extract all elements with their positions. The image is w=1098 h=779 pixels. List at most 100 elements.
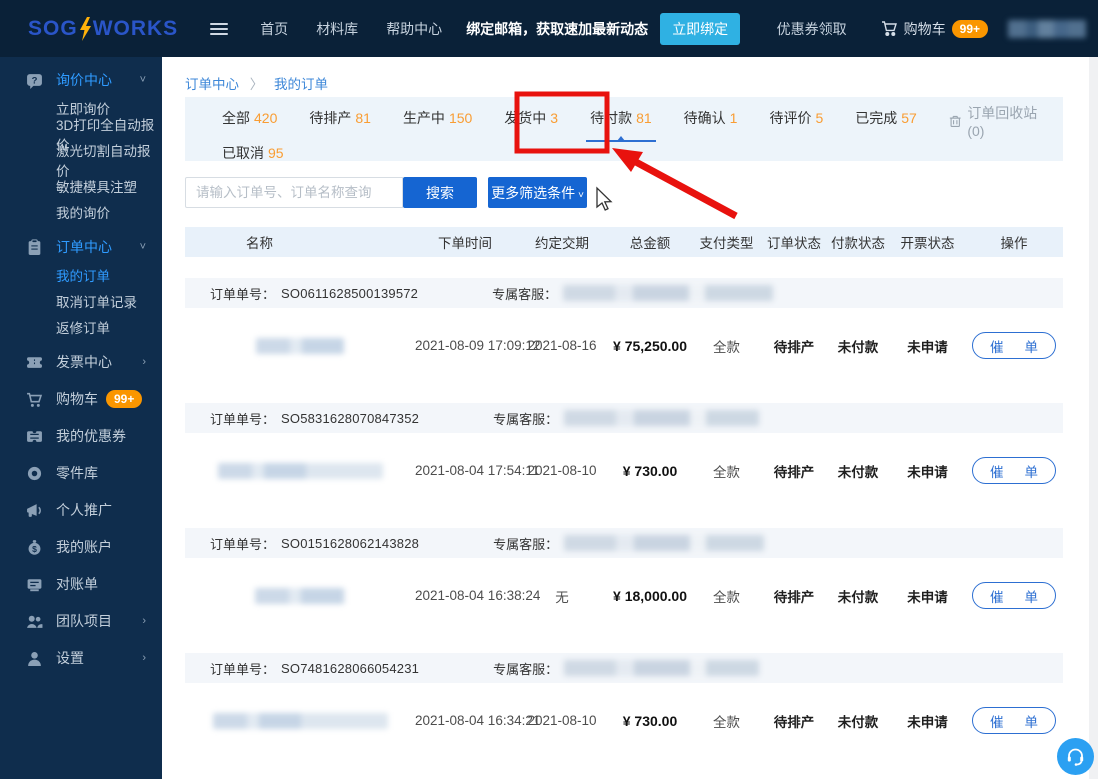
sidebar-subitem-激光切割自动报价[interactable]: 激光切割自动报价 [0, 144, 162, 179]
order-cell-due: 2021-08-10 [527, 463, 597, 478]
tab-全部[interactable]: 全部 420 [222, 108, 277, 134]
tab-生产中[interactable]: 生产中 150 [403, 108, 472, 134]
breadcrumb-my-orders[interactable]: 我的订单 [274, 77, 328, 92]
breadcrumb: 订单中心 〉 我的订单 [185, 73, 328, 93]
tab-待排产[interactable]: 待排产 81 [309, 108, 371, 134]
order-status-tab-panel: 全部 420 待排产 81 生产中 150 发货中 3 待付款 81 待确认 1 待评价 5 已完成 57 订… [185, 97, 1063, 161]
order-row: 2021-08-04 16:38:24 无 ¥ 18,000.00 全款 待排产 未付款 未… [185, 558, 1063, 633]
topnav-item-帮助中心[interactable]: 帮助中心 [372, 19, 456, 39]
order-cell-due: 2021-08-10 [527, 713, 597, 728]
urge-char-1: 催 [990, 589, 1004, 605]
hamburger-menu-icon[interactable] [210, 20, 229, 38]
urge-char-1: 催 [990, 464, 1004, 480]
sidebar-item-我的优惠券[interactable]: 我的优惠券 [0, 421, 162, 451]
order-cell-order-status: 待排产 [773, 339, 815, 355]
order-group: 订单单号： SO0611628500139572 专属客服： 2021-08-09 1… [185, 278, 1063, 383]
order-cell-pay-type: 全款 [713, 464, 740, 480]
tab-待确认[interactable]: 待确认 1 [684, 108, 738, 134]
urge-order-button[interactable]: 催单 [972, 582, 1056, 609]
sogaworks-logo[interactable]: SOG WORKS [28, 16, 179, 41]
urge-order-button[interactable]: 催单 [972, 332, 1056, 359]
tab-待付款[interactable]: 待付款 81 [586, 108, 656, 142]
tab-label: 待确认 [683, 110, 726, 126]
chevron-down-icon: ˅ [139, 241, 146, 253]
order-name-redacted[interactable] [255, 587, 345, 604]
more-filters-button[interactable]: 更多筛选条件 ˅ [488, 177, 587, 208]
order-row: 2021-08-09 17:09:12 2021-08-16 ¥ 75,250.00… [185, 308, 1063, 383]
search-row: 搜索 更多筛选条件˅ [185, 177, 587, 208]
sidebar-item-团队项目[interactable]: 团队项目 › [0, 606, 162, 636]
logo-text-post: WORKS [92, 16, 179, 40]
sidebar-subitem-我的订单[interactable]: 我的订单 [0, 262, 162, 288]
customer-service-redacted [564, 535, 765, 551]
recycle-bin-label: 订单回收站 (0) [967, 105, 1038, 139]
order-search-input[interactable] [185, 177, 403, 208]
tab-label: 待评价 [769, 110, 812, 126]
sidebar: ? 询价中心 ˅ 立即询价 3D打印全自动报价 激光切割自动报价 敏捷模具注塑 我的询价 订单中… [0, 57, 162, 779]
breadcrumb-order-center[interactable]: 订单中心 [185, 77, 239, 92]
lightning-bolt-icon [79, 16, 91, 41]
sidebar-item-询价中心[interactable]: ? 询价中心 ˅ [0, 65, 162, 95]
customer-service-button[interactable] [1057, 738, 1094, 775]
order-cell-invoice-status: 未申请 [907, 339, 948, 355]
more-filters-label: 更多筛选条件 [491, 184, 576, 201]
order-group-header: 订单单号： SO7481628066054231 专属客服： [185, 653, 1063, 683]
chevron-right-icon: › [142, 615, 146, 627]
order-cell-invoice-status: 未申请 [907, 464, 948, 480]
sidebar-item-个人推广[interactable]: 个人推广 [0, 495, 162, 525]
team-icon [26, 613, 43, 630]
order-recycle-bin[interactable]: 订单回收站 (0) [949, 103, 1043, 139]
sidebar-subitem-我的询价[interactable]: 我的询价 [0, 199, 162, 225]
order-group: 订单单号： SO5831628070847352 专属客服： 2021-08-04 1… [185, 403, 1063, 508]
order-name-redacted[interactable] [256, 337, 344, 354]
order-name-redacted[interactable] [217, 462, 383, 479]
tab-待评价[interactable]: 待评价 5 [769, 108, 823, 134]
sidebar-item-设置[interactable]: 设置 › [0, 643, 162, 673]
svg-text:$: $ [32, 543, 37, 553]
sidebar-item-购物车[interactable]: 购物车 99+ [0, 384, 162, 414]
order-name-redacted[interactable] [212, 712, 388, 729]
customer-service-redacted [564, 660, 760, 676]
sidebar-cart-badge: 99+ [106, 390, 143, 408]
cart-icon [26, 391, 43, 408]
tab-count: 420 [254, 110, 278, 126]
trash-icon [949, 115, 961, 127]
bind-now-button[interactable]: 立即绑定 [660, 12, 741, 45]
sidebar-subitem-取消订单记录[interactable]: 取消订单记录 [0, 288, 162, 314]
tab-已取消[interactable]: 已取消 95 [222, 143, 284, 169]
order-cell-time: 2021-08-04 16:38:24 [415, 588, 541, 603]
sidebar-item-label: 询价中心 [56, 72, 112, 88]
sidebar-item-label: 零件库 [56, 465, 98, 481]
order-group-header: 订单单号： SO0611628500139572 专属客服： [185, 278, 1063, 308]
order-cell-action: 催单 [965, 582, 1063, 609]
topbar-cart[interactable]: 购物车 99+ [881, 19, 988, 39]
order-cell-amount: ¥ 730.00 [622, 712, 678, 729]
sidebar-item-订单中心[interactable]: 订单中心 ˅ [0, 232, 162, 262]
order-cell-action: 催单 [965, 332, 1063, 359]
coupon-claim-link[interactable]: 优惠券领取 [777, 19, 847, 39]
sidebar-item-发票中心[interactable]: 发票中心 › [0, 347, 162, 377]
urge-order-button[interactable]: 催单 [972, 457, 1056, 484]
page-scrollbar[interactable] [1089, 57, 1098, 779]
tab-发货中[interactable]: 发货中 3 [504, 108, 558, 134]
sidebar-item-我的账户[interactable]: $ 我的账户 [0, 532, 162, 562]
order-row: 2021-08-04 17:54:11 2021-08-10 ¥ 730.00 全款 待… [185, 433, 1063, 508]
sidebar-item-零件库[interactable]: 零件库 [0, 458, 162, 488]
topnav-item-首页[interactable]: 首页 [246, 19, 302, 39]
sidebar-item-label: 订单中心 [56, 239, 112, 255]
main-content: 订单中心 〉 我的订单 全部 420 待排产 81 生产中 150 发货中 3 待付款 81 待确认… [162, 57, 1098, 779]
tab-已完成[interactable]: 已完成 57 [855, 108, 917, 134]
topnav-item-材料库[interactable]: 材料库 [302, 19, 372, 39]
search-button[interactable]: 搜索 [403, 177, 477, 208]
tab-count: 95 [268, 145, 284, 161]
order-cell-order-status: 待排产 [773, 714, 815, 730]
urge-char-2: 单 [1024, 714, 1039, 730]
sidebar-subitem-返修订单[interactable]: 返修订单 [0, 314, 162, 340]
urge-order-button[interactable]: 催单 [972, 707, 1056, 734]
urge-char-1: 催 [990, 339, 1004, 355]
user-account-redacted[interactable] [1008, 19, 1086, 38]
chevron-right-icon: › [142, 652, 146, 664]
sidebar-item-对账单[interactable]: 对账单 [0, 569, 162, 599]
tab-count: 81 [636, 110, 652, 126]
tab-count: 81 [355, 110, 371, 126]
